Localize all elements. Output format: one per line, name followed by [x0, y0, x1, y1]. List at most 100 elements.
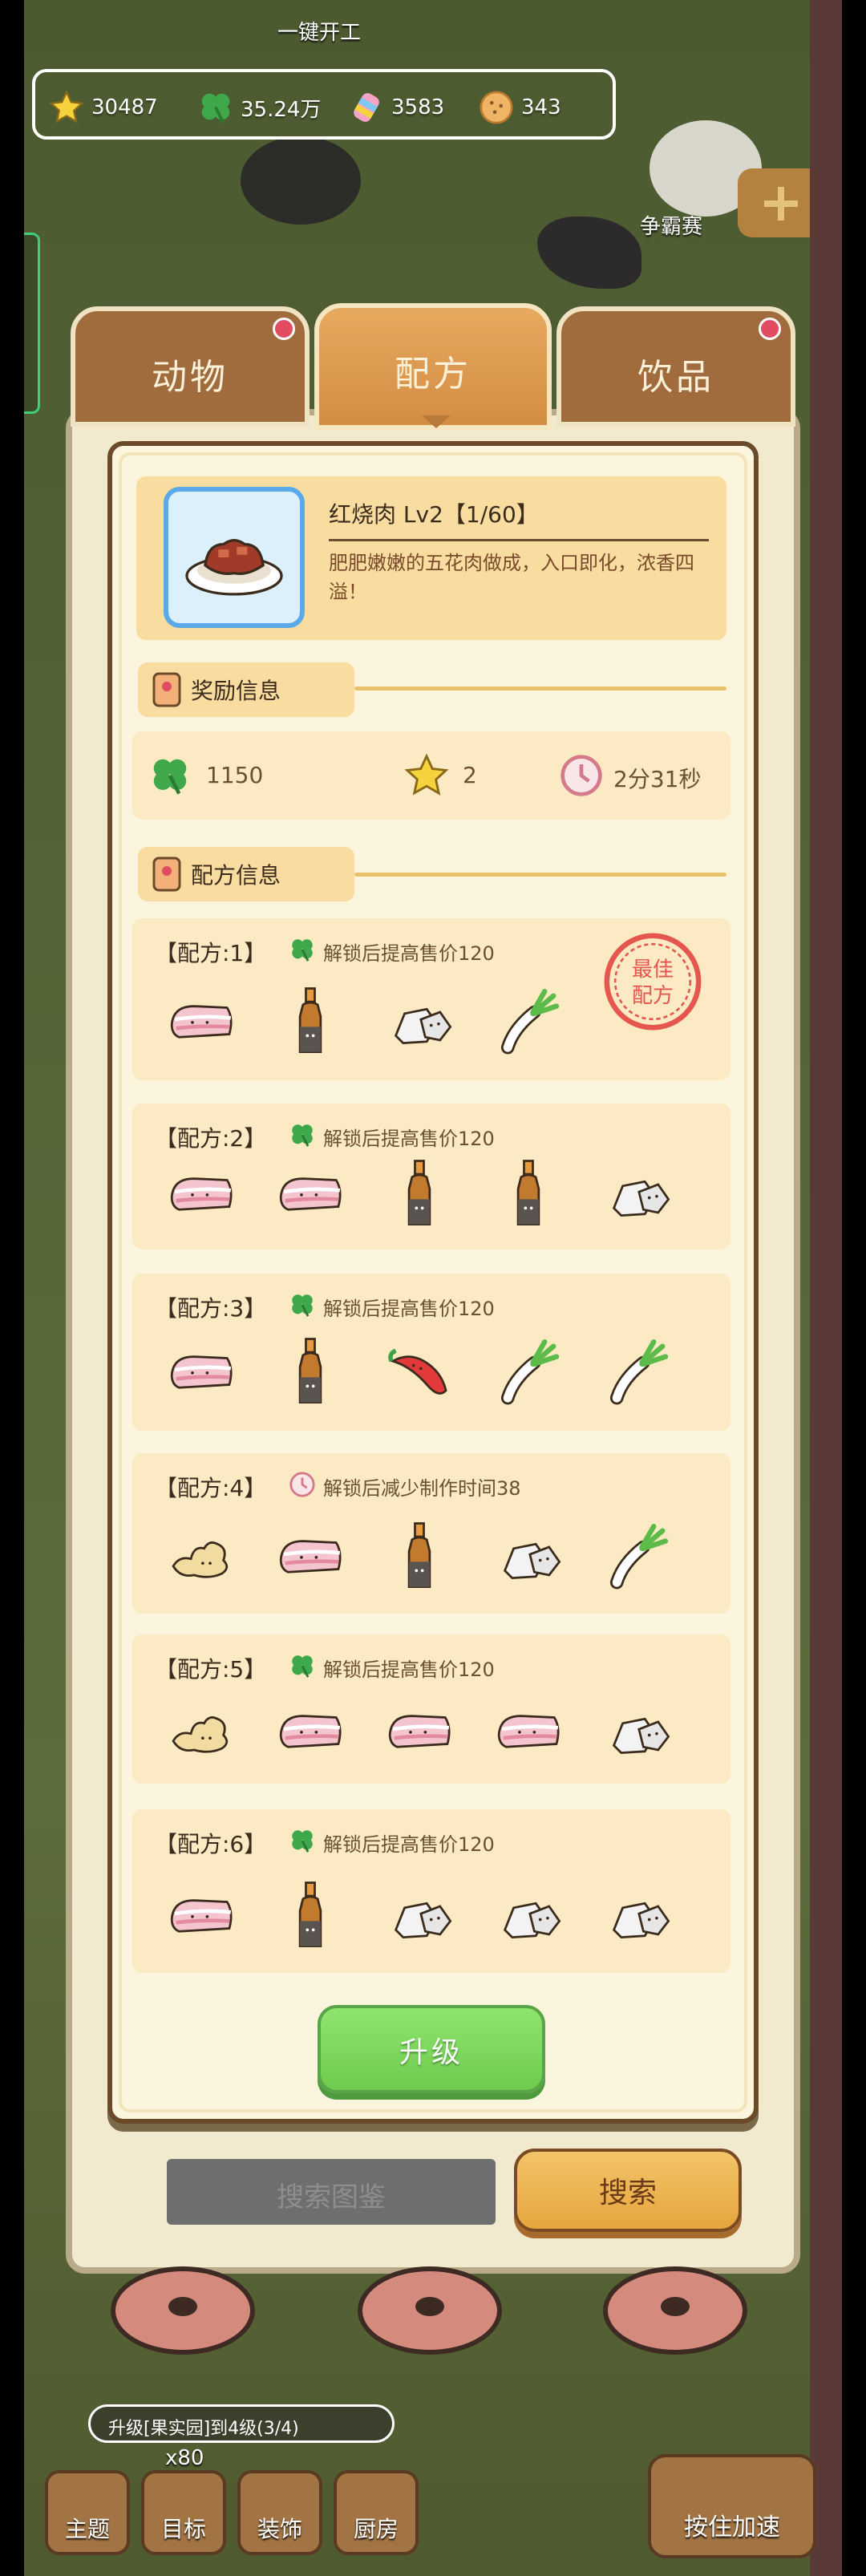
pork-belly-icon: [164, 1335, 238, 1408]
resource-cookie: 343: [478, 85, 561, 130]
quest-banner[interactable]: 升级[果实园]到4级(3/4): [88, 2404, 395, 2443]
section-divider: [354, 687, 726, 691]
rock-sugar-icon: [382, 1878, 456, 1952]
bat-decoration: [537, 217, 641, 289]
title-underline: [329, 539, 709, 541]
resource-candy: 3583: [348, 85, 444, 130]
formula-title: 【配方:4】: [155, 1475, 267, 1501]
clover-icon: [201, 93, 230, 124]
nav-kitchen-button[interactable]: 厨房: [334, 2470, 419, 2555]
clover-icon: [289, 1121, 316, 1152]
formula-title: 【配方:5】: [155, 1656, 267, 1683]
formula-card-6[interactable]: 【配方:6】 解锁后提高售价120: [132, 1809, 730, 1973]
one-click-label[interactable]: 一键开工: [277, 16, 361, 46]
reward-time-value: 2分31秒: [613, 766, 702, 792]
stamp-text-top: 最佳: [632, 958, 674, 982]
star-icon: [49, 90, 84, 124]
search-button[interactable]: 搜索: [514, 2149, 742, 2232]
formula-card-4[interactable]: 【配方:4】 解锁后减少制作时间38: [132, 1453, 730, 1614]
nav-target-button[interactable]: 目标: [141, 2470, 226, 2555]
search-input[interactable]: 搜索图鉴: [167, 2159, 496, 2225]
rock-sugar-icon: [601, 1156, 674, 1230]
reward-star-value: 2: [463, 762, 477, 788]
scroll-icon: [152, 672, 181, 707]
resource-bar: 30487 35.24万 3583 343: [32, 69, 616, 140]
search-placeholder: 搜索图鉴: [277, 2181, 386, 2213]
clover-icon: [289, 1291, 316, 1322]
rock-sugar-icon: [492, 1519, 565, 1593]
nav-decorate-button[interactable]: 装饰: [237, 2470, 322, 2555]
resource-clover: 35.24万: [197, 85, 321, 130]
ginger-icon: [164, 1694, 238, 1768]
formula-effect: 解锁后提高售价120: [323, 1128, 495, 1150]
formula-card-3[interactable]: 【配方:3】 解锁后提高售价120: [132, 1274, 730, 1431]
nav-theme-button[interactable]: 主题: [45, 2470, 130, 2555]
scroll-icon: [152, 857, 181, 892]
tab-recipes-label: 配方: [395, 354, 471, 395]
formula-title: 【配方:1】: [155, 940, 267, 966]
soy-sauce-icon: [492, 1156, 565, 1230]
clock-icon: [560, 755, 602, 796]
cookie-count: 343: [521, 95, 561, 119]
donut-decoration: [358, 2266, 502, 2355]
contest-label[interactable]: 争霸赛: [640, 210, 702, 240]
pork-belly-icon: [492, 1694, 565, 1768]
tab-animals[interactable]: 动物: [71, 306, 310, 427]
formula-effect: 解锁后提高售价120: [323, 1833, 495, 1856]
candy-icon: [354, 93, 379, 122]
tab-animals-label: 动物: [152, 357, 229, 398]
pork-belly-icon: [164, 1156, 238, 1230]
tab-recipes[interactable]: 配方: [314, 303, 552, 430]
pork-belly-icon: [273, 1519, 347, 1593]
clover-icon: [289, 936, 316, 966]
hold-to-speedup-button[interactable]: 按住加速: [648, 2454, 816, 2558]
dish-image-frame: [164, 487, 305, 628]
formula-card-5[interactable]: 【配方:5】 解锁后提高售价120: [132, 1634, 730, 1784]
soy-sauce-icon: [273, 1335, 347, 1408]
formula-card-1[interactable]: 【配方:1】 解锁后提高售价120 最佳 配方: [132, 918, 730, 1080]
ginger-icon: [164, 1519, 238, 1593]
side-handle[interactable]: [24, 233, 40, 414]
soy-sauce-icon: [382, 1156, 456, 1230]
reward-section-header: 奖励信息: [138, 662, 354, 717]
formula-effect: 解锁后提高售价120: [323, 1298, 495, 1320]
best-recipe-stamp-icon: 最佳 配方: [604, 933, 702, 1031]
rock-sugar-icon: [382, 984, 456, 1058]
tab-drinks[interactable]: 饮品: [556, 306, 795, 427]
recipe-title: 红烧肉 Lv2【1/60】: [329, 501, 539, 528]
pork-belly-icon: [273, 1156, 347, 1230]
formula-title: 【配方:2】: [155, 1125, 267, 1152]
section-divider: [354, 873, 726, 877]
formula-effect: 解锁后提高售价120: [323, 1659, 495, 1681]
soy-sauce-icon: [382, 1519, 456, 1593]
upgrade-button[interactable]: 升级: [318, 2005, 545, 2093]
formula-card-2[interactable]: 【配方:2】 解锁后提高售价120: [132, 1104, 730, 1250]
nav-kitchen-label: 厨房: [353, 2516, 399, 2542]
scallion-icon: [601, 1335, 674, 1408]
formula-effect: 解锁后减少制作时间38: [323, 1477, 521, 1500]
nav-decorate-label: 装饰: [257, 2516, 302, 2542]
star-count: 30487: [91, 95, 158, 119]
rock-sugar-icon: [601, 1694, 674, 1768]
clover-icon: [289, 1827, 316, 1857]
donut-decoration: [603, 2266, 747, 2355]
formula-effect: 解锁后提高售价120: [323, 942, 495, 965]
search-button-label: 搜索: [598, 2177, 657, 2209]
chili-icon: [382, 1335, 456, 1408]
rock-sugar-icon: [492, 1878, 565, 1952]
notification-dot: [759, 318, 781, 340]
tab-drinks-label: 饮品: [637, 357, 714, 398]
formula-title: 【配方:6】: [155, 1831, 267, 1857]
bottom-nav: 主题 目标 装饰 厨房: [45, 2470, 422, 2558]
donut-decoration: [111, 2266, 255, 2355]
reward-clover-value: 1150: [206, 762, 264, 788]
candy-count: 3583: [391, 95, 445, 119]
recipe-description: 肥肥嫩嫩的五花肉做成，入口即化，浓香四溢！: [329, 552, 694, 603]
scallion-icon: [601, 1519, 674, 1593]
cookie-icon: [480, 91, 513, 124]
clock-icon: [289, 1471, 316, 1501]
clover-icon: [289, 1652, 316, 1683]
scallion-icon: [492, 1335, 565, 1408]
clover-icon: [153, 759, 187, 795]
soy-sauce-icon: [273, 1878, 347, 1952]
